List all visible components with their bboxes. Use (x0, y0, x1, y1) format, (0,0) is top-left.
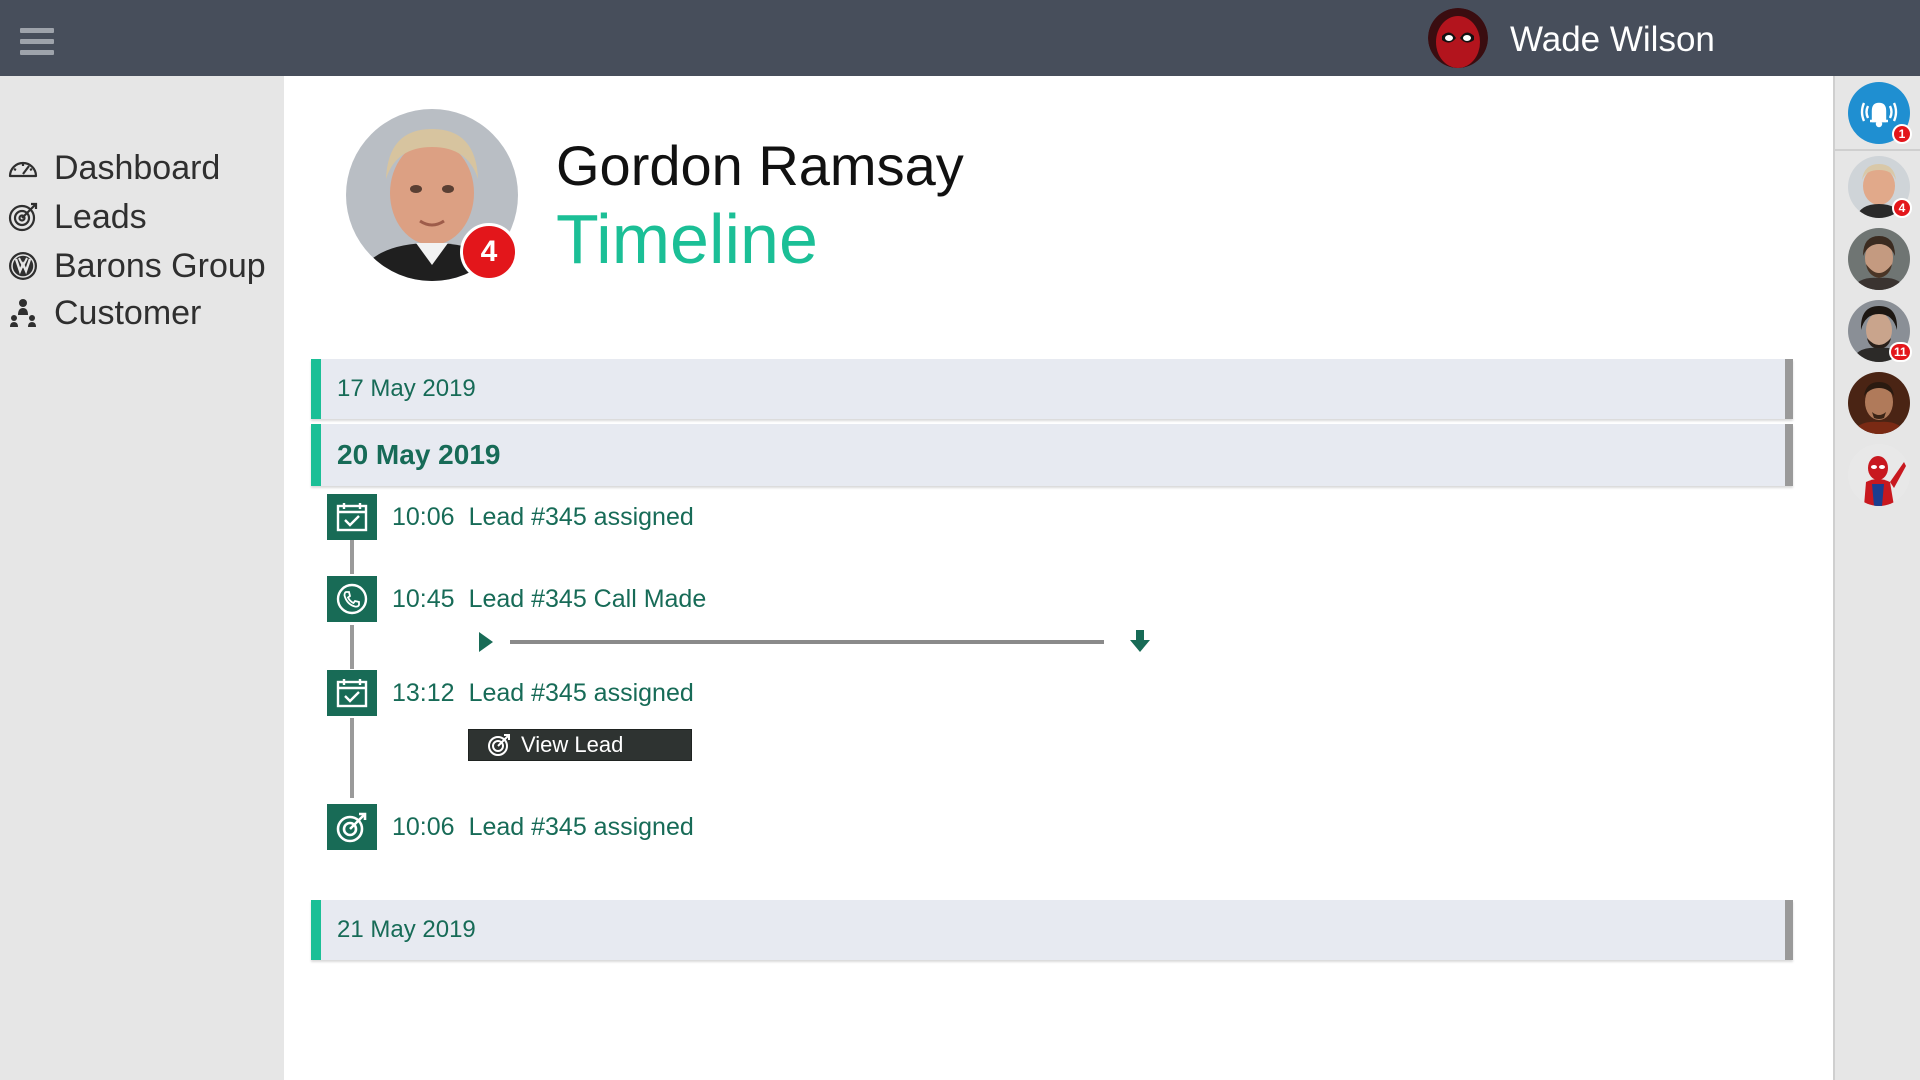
date-group-21-may[interactable]: 21 May 2019 (311, 900, 1793, 960)
sidebar-item-dashboard[interactable]: Dashboard (6, 146, 220, 190)
download-icon (1130, 630, 1150, 652)
contact-avatar-iron-man[interactable] (1848, 372, 1910, 434)
sidebar-item-label: Customer (54, 293, 202, 332)
date-group-20-may[interactable]: 20 May 2019 (311, 424, 1793, 486)
date-label: 21 May 2019 (337, 916, 476, 943)
rail-divider (1835, 149, 1920, 151)
contact-badge: 4 (1892, 198, 1912, 218)
event-time: 13:12 (392, 679, 455, 707)
audio-progress-track[interactable] (510, 640, 1104, 644)
date-label: 20 May 2019 (337, 439, 501, 470)
sidebar: Dashboard Leads Barons Group Customer (0, 76, 284, 1080)
sidebar-item-label: Dashboard (54, 148, 221, 187)
timeline-event: 10:06 Lead #345 assigned (392, 502, 694, 532)
target-icon (6, 200, 40, 234)
sidebar-item-barons-group[interactable]: Barons Group (6, 244, 266, 288)
sidebar-item-label: Barons Group (54, 246, 266, 285)
sidebar-item-leads[interactable]: Leads (6, 195, 147, 239)
event-time: 10:45 (392, 585, 455, 613)
sidebar-item-label: Leads (54, 197, 147, 236)
target-icon (488, 734, 510, 756)
calendar-check-icon (327, 670, 377, 716)
contact-avatar-ned[interactable] (1848, 228, 1910, 290)
event-text: Lead #345 Call Made (468, 585, 707, 613)
timeline-connector (350, 718, 354, 798)
user-avatar[interactable] (1428, 8, 1488, 68)
event-time: 10:06 (392, 813, 455, 841)
phone-icon (327, 576, 377, 622)
view-lead-label: View Lead (521, 732, 624, 757)
event-text: Lead #345 assigned (468, 503, 694, 531)
timeline-event: 13:12 Lead #345 assigned (392, 678, 694, 708)
user-name[interactable]: Wade Wilson (1510, 20, 1715, 60)
vw-logo-icon (6, 249, 40, 283)
event-text: Lead #345 assigned (468, 679, 694, 707)
timeline-event: 10:45 Lead #345 Call Made (392, 584, 706, 614)
event-time: 10:06 (392, 503, 455, 531)
page-title: Timeline (556, 200, 818, 278)
contacts-rail: 1 4 11 (1833, 76, 1920, 1080)
contact-avatar-spider-man[interactable] (1848, 444, 1910, 506)
profile-name: Gordon Ramsay (556, 134, 964, 197)
bell-icon (1860, 102, 1898, 128)
event-text: Lead #345 assigned (468, 813, 694, 841)
calendar-check-icon (327, 494, 377, 540)
lead-count-badge: 4 (460, 223, 518, 281)
people-icon (6, 296, 40, 330)
view-lead-button[interactable]: View Lead (468, 729, 692, 761)
sidebar-item-customer[interactable]: Customer (6, 291, 201, 335)
speedometer-icon (6, 151, 40, 185)
download-button[interactable] (1128, 628, 1152, 656)
top-bar: Wade Wilson (0, 0, 1920, 76)
timeline-connector (350, 540, 354, 574)
play-icon (479, 632, 493, 652)
timeline-connector (350, 625, 354, 669)
contact-badge: 11 (1889, 342, 1912, 362)
play-button[interactable] (476, 630, 496, 654)
notification-badge: 1 (1892, 124, 1912, 144)
date-label: 17 May 2019 (337, 375, 476, 402)
timeline-event: 10:06 Lead #345 assigned (392, 812, 694, 842)
date-group-17-may[interactable]: 17 May 2019 (311, 359, 1793, 419)
target-icon (327, 804, 377, 850)
menu-icon[interactable] (20, 28, 54, 58)
